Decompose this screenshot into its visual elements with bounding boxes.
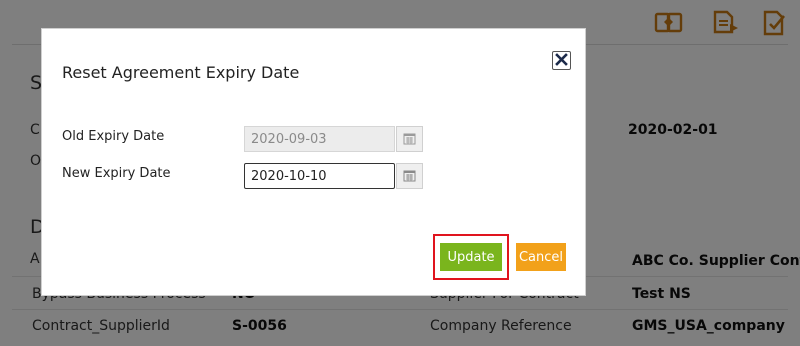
close-icon	[555, 51, 568, 70]
new-expiry-calendar-button[interactable]	[396, 163, 423, 189]
calendar-icon	[403, 167, 416, 186]
old-expiry-date-input	[244, 126, 395, 152]
update-button[interactable]: Update	[440, 243, 502, 271]
calendar-icon	[403, 130, 416, 149]
new-expiry-date-input[interactable]	[244, 163, 395, 189]
close-button[interactable]	[552, 51, 571, 70]
old-expiry-calendar-button	[396, 126, 423, 152]
new-expiry-label: New Expiry Date	[62, 166, 171, 181]
old-expiry-label: Old Expiry Date	[62, 129, 165, 144]
cancel-button[interactable]: Cancel	[516, 243, 566, 271]
reset-expiry-dialog: Reset Agreement Expiry Date Old Expiry D…	[41, 28, 586, 296]
dialog-title: Reset Agreement Expiry Date	[62, 63, 300, 82]
